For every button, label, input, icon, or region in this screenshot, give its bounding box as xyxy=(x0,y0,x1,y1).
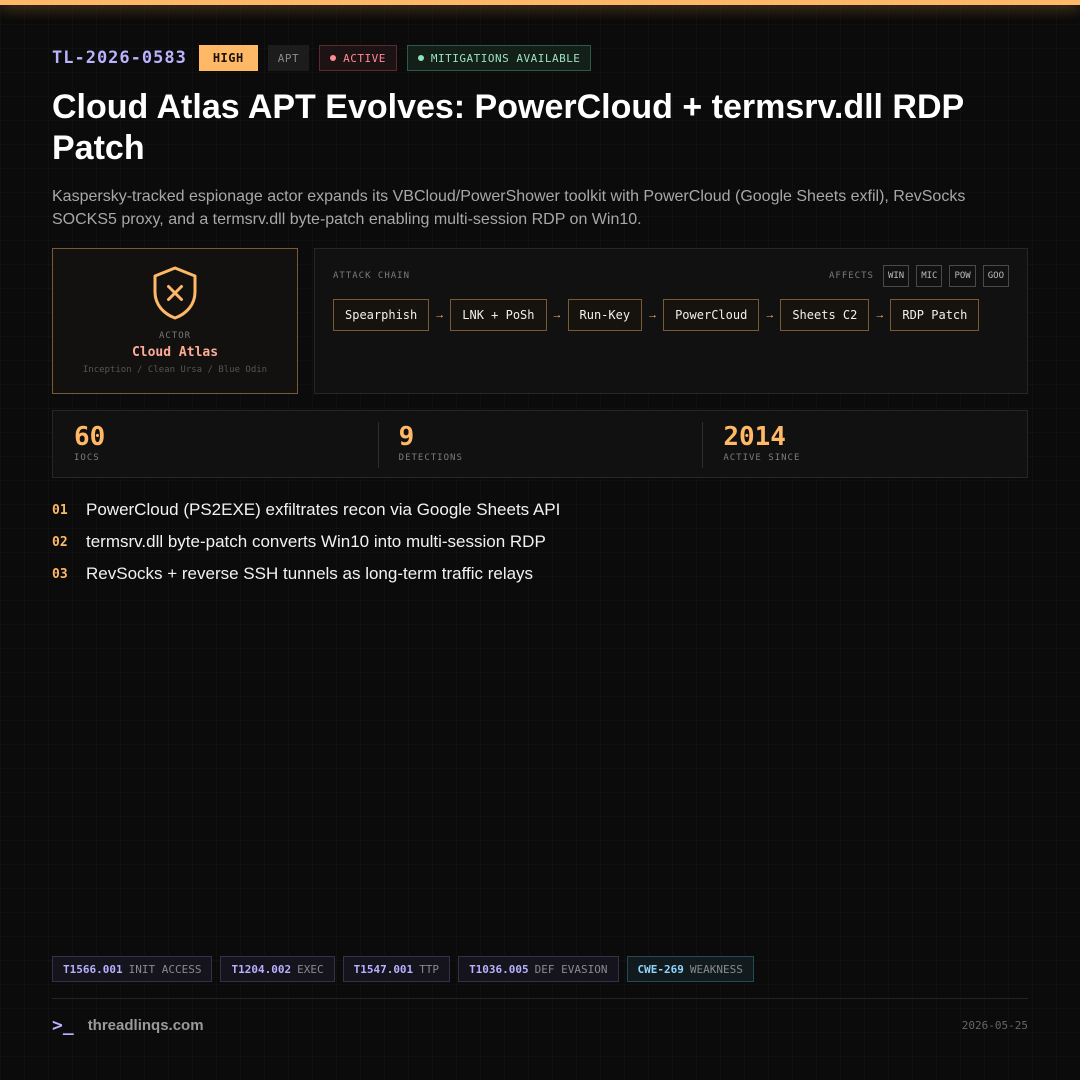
header-badges: TL-2026-0583 HIGH APT ACTIVE MITIGATIONS… xyxy=(52,45,592,71)
mitre-tag: T1547.001 TTP xyxy=(342,956,451,982)
chain-step-sheets-c2: Sheets C2 xyxy=(780,299,870,331)
actor-aliases: Inception / Clean Ursa / Blue Odin xyxy=(82,365,268,375)
tag-id: T1036.005 xyxy=(469,962,529,976)
platform-badge-goo: GOO xyxy=(982,265,1009,287)
top-accent-bar xyxy=(0,0,1080,5)
page-title: Cloud Atlas APT Evolves: PowerCloud + te… xyxy=(52,88,964,167)
stat-iocs: 60 IOCS xyxy=(53,411,378,477)
finding-text: termsrv.dll byte-patch converts Win10 in… xyxy=(86,532,546,551)
arrow-right-icon: → xyxy=(647,309,659,321)
finding-number: 01 xyxy=(52,502,68,518)
finding-text: RevSocks + reverse SSH tunnels as long-t… xyxy=(86,564,534,583)
cwe-tag: CWE-269 WEAKNESS xyxy=(626,956,754,982)
mitigation-badge: MITIGATIONS AVAILABLE xyxy=(406,45,592,71)
ticket-id: TL-2026-0583 xyxy=(52,48,187,68)
stats-bar: 60 IOCS 9 DETECTIONS 2014 ACTIVE SINCE xyxy=(52,410,1028,478)
status-badge: ACTIVE xyxy=(319,45,397,71)
arrow-right-icon: → xyxy=(551,309,563,321)
site-name: threadlinqs.com xyxy=(87,1017,204,1034)
chain-step-spearphish: Spearphish xyxy=(333,299,430,331)
arrow-right-icon: → xyxy=(434,309,446,321)
publish-date: 2026-05-25 xyxy=(961,1019,1028,1032)
chain-step-lnk-posh: LNK + PoSh xyxy=(450,299,547,331)
platform-badge-pow: POW xyxy=(949,265,976,287)
attack-chain-card: ATTACK CHAIN AFFECTS WIN MIC POW GOO Spe… xyxy=(314,248,1028,394)
finding-number: 02 xyxy=(52,534,68,550)
status-dot-icon xyxy=(330,55,337,61)
stat-value: 2014 xyxy=(723,422,786,452)
terminal-prompt-icon: >_ xyxy=(52,1015,74,1036)
list-item: 03 RevSocks + reverse SSH tunnels as lon… xyxy=(52,558,560,590)
key-findings-list: 01 PowerCloud (PS2EXE) exfiltrates recon… xyxy=(52,494,560,590)
finding-number: 03 xyxy=(52,566,68,582)
stat-active-since: 2014 ACTIVE SINCE xyxy=(702,411,1027,477)
stat-label: IOCS xyxy=(74,453,100,463)
actor-card: ACTOR Cloud Atlas Inception / Clean Ursa… xyxy=(52,248,298,394)
attack-chain-steps: Spearphish → LNK + PoSh → Run-Key → Powe… xyxy=(333,299,980,331)
stat-value: 9 xyxy=(398,422,415,452)
tag-id: T1566.001 xyxy=(63,962,123,976)
mitre-tag: T1566.001 INIT ACCESS xyxy=(52,956,213,982)
chain-step-rdp-patch: RDP Patch xyxy=(890,299,980,331)
footer-brand: >_ threadlinqs.com xyxy=(52,1015,204,1036)
mitigation-label: MITIGATIONS AVAILABLE xyxy=(430,51,581,65)
list-item: 01 PowerCloud (PS2EXE) exfiltrates recon… xyxy=(52,494,560,526)
mitre-tag: T1036.005 DEF EVASION xyxy=(458,956,619,982)
mitre-tag: T1204.002 EXEC xyxy=(220,956,335,982)
arrow-right-icon: → xyxy=(764,309,776,321)
tag-id: CWE-269 xyxy=(637,962,684,976)
stat-detections: 9 DETECTIONS xyxy=(377,411,703,477)
category-badge: APT xyxy=(267,45,310,71)
chain-step-run-key: Run-Key xyxy=(567,299,643,331)
status-label: ACTIVE xyxy=(343,51,386,65)
platform-badge-mic: MIC xyxy=(916,265,943,287)
platform-badge-win: WIN xyxy=(882,265,910,287)
tag-desc: EXEC xyxy=(297,962,324,976)
tag-desc: TTP xyxy=(419,962,440,976)
list-item: 02 termsrv.dll byte-patch converts Win10… xyxy=(52,526,560,558)
affects-label: AFFECTS xyxy=(829,271,874,281)
page-subtitle: Kaspersky-tracked espionage actor expand… xyxy=(52,188,966,228)
stat-value: 60 xyxy=(74,422,106,452)
stat-label: DETECTIONS xyxy=(398,453,463,463)
tag-desc: INIT ACCESS xyxy=(128,962,202,976)
chain-step-powercloud: PowerCloud xyxy=(663,299,760,331)
stat-label: ACTIVE SINCE xyxy=(723,453,801,463)
shield-x-icon xyxy=(153,266,197,320)
finding-text: PowerCloud (PS2EXE) exfiltrates recon vi… xyxy=(86,500,561,519)
actor-label: ACTOR xyxy=(158,331,192,341)
footer-divider xyxy=(52,998,1028,999)
severity-badge: HIGH xyxy=(198,45,258,71)
arrow-right-icon: → xyxy=(874,309,886,321)
affects-platforms: AFFECTS WIN MIC POW GOO xyxy=(829,265,1009,287)
tag-desc: DEF EVASION xyxy=(534,962,608,976)
technique-tags: T1566.001 INIT ACCESS T1204.002 EXEC T15… xyxy=(52,956,754,982)
attack-chain-label: ATTACK CHAIN xyxy=(333,271,411,281)
tag-id: T1204.002 xyxy=(231,962,292,976)
actor-name: Cloud Atlas xyxy=(131,345,219,360)
tag-id: T1547.001 xyxy=(353,962,414,976)
tag-desc: WEAKNESS xyxy=(689,962,743,976)
mitigation-dot-icon xyxy=(417,55,424,61)
